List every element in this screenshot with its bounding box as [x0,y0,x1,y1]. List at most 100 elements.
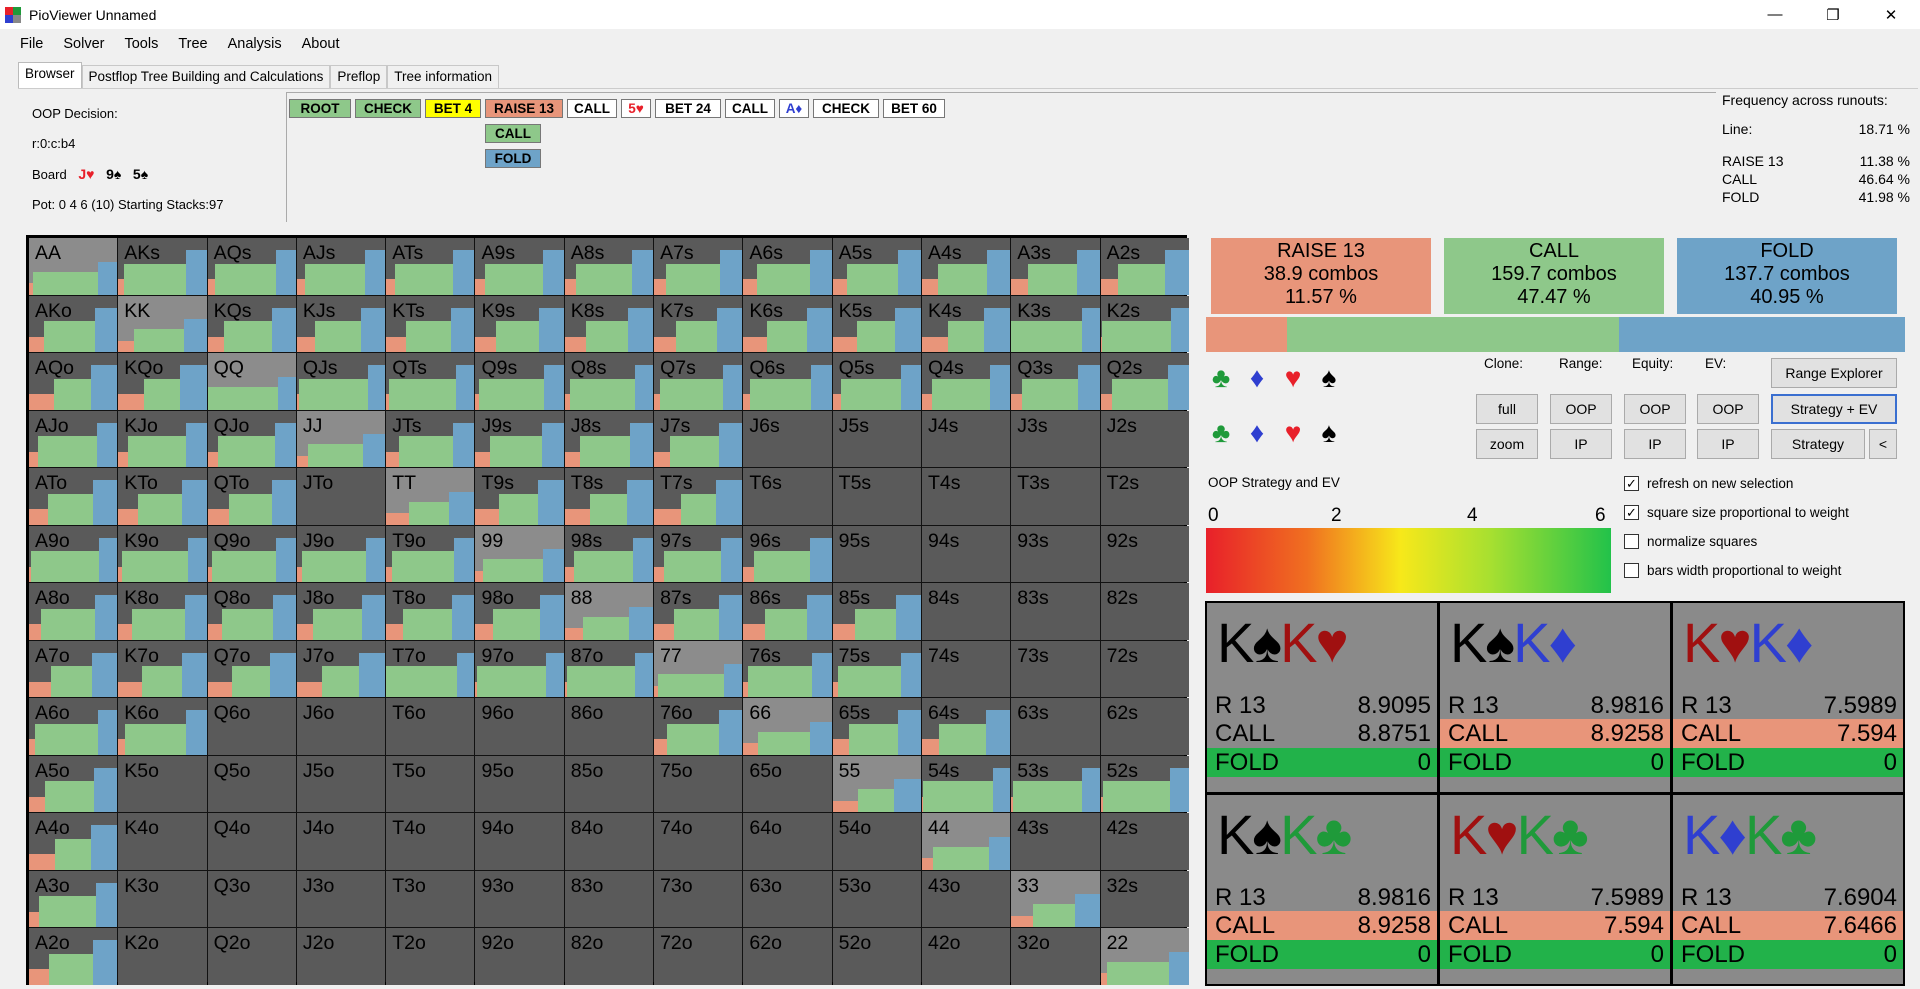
hand-cell[interactable]: Q4s [921,353,1011,410]
hand-cell[interactable]: KJo [118,410,207,467]
heart-icon[interactable]: ♥ [1278,362,1308,394]
hand-cell[interactable]: 54o [832,813,921,870]
range-explorer-button[interactable]: Range Explorer [1771,358,1897,388]
strategy-button[interactable]: Strategy [1771,429,1865,459]
hand-cell[interactable]: KK [118,295,207,352]
hand-cell[interactable]: 65s [832,698,921,755]
hand-cell[interactable]: T3o [386,870,475,927]
checkbox-box[interactable] [1624,563,1639,578]
hand-cell[interactable]: QTs [386,353,475,410]
hand-cell[interactable]: T4s [921,468,1011,525]
hand-cell[interactable]: 62s [1100,698,1189,755]
hand-cell[interactable]: Q3o [207,870,296,927]
menu-file[interactable]: File [10,36,53,52]
hand-cell[interactable]: 32o [1011,928,1100,985]
hand-cell[interactable]: Q3s [1011,353,1100,410]
clone-full-button[interactable]: full [1476,394,1538,424]
hand-cell[interactable]: K3s [1011,295,1100,352]
hand-cell[interactable]: 95s [832,525,921,582]
hand-cell[interactable]: K8s [564,295,654,352]
hand-cell[interactable]: 97s [654,525,743,582]
ev-oop-button[interactable]: OOP [1697,394,1759,424]
hand-cell[interactable]: 75s [832,640,921,697]
hand-cell[interactable]: 99 [475,525,564,582]
hand-cell[interactable]: T8o [386,583,475,640]
hand-cell[interactable]: 85s [832,583,921,640]
hand-cell[interactable]: 84o [564,813,654,870]
hand-cell[interactable]: Q8o [207,583,296,640]
hand-cell[interactable]: Q2s [1100,353,1189,410]
hand-cell[interactable]: 87o [564,640,654,697]
close-button[interactable]: ✕ [1862,0,1920,29]
hand-cell[interactable]: KQs [207,295,296,352]
hand-cell[interactable]: 77 [654,640,743,697]
heart-icon[interactable]: ♥ [1278,417,1308,449]
hand-cell[interactable]: K9o [118,525,207,582]
hand-cell[interactable]: 42s [1100,813,1189,870]
hand-cell[interactable]: Q5s [832,353,921,410]
club-icon[interactable]: ♣ [1206,417,1236,449]
hand-cell[interactable]: A6o [29,698,118,755]
menu-tree[interactable]: Tree [168,36,217,52]
hand-cell[interactable]: A4o [29,813,118,870]
hand-cell[interactable]: 86s [743,583,832,640]
hand-cell[interactable]: A8s [564,238,654,295]
hand-cell[interactable]: 52s [1100,755,1189,812]
hand-cell[interactable]: T5s [832,468,921,525]
hand-cell[interactable]: A3s [1011,238,1100,295]
hand-cell[interactable]: ATo [29,468,118,525]
hand-cell[interactable]: J3o [296,870,386,927]
club-icon[interactable]: ♣ [1206,362,1236,394]
hand-cell[interactable]: T9s [475,468,564,525]
hand-cell[interactable]: 94s [921,525,1011,582]
summary-call[interactable]: CALL 159.7 combos 47.47 % [1444,238,1664,314]
combo-card[interactable]: K♠K♣ R 13 8.9816 CALL 8.9258 FOLD 0 [1207,795,1437,984]
hand-cell[interactable]: A8o [29,583,118,640]
hand-cell[interactable]: A5s [832,238,921,295]
hand-cell[interactable]: 54s [921,755,1011,812]
tab-postflop-tree[interactable]: Postflop Tree Building and Calculations [81,65,331,88]
path-node-10[interactable]: CHECK [813,99,879,118]
hand-cell[interactable]: K2o [118,928,207,985]
hand-cell[interactable]: 88 [564,583,654,640]
hand-cell[interactable]: 55 [832,755,921,812]
hand-cell[interactable]: 98s [564,525,654,582]
hand-cell[interactable]: A6s [743,238,832,295]
hand-cell[interactable]: 44 [921,813,1011,870]
path-option-2[interactable]: FOLD [485,149,541,168]
menu-tools[interactable]: Tools [114,36,168,52]
hand-cell[interactable]: A9s [475,238,564,295]
path-node-6[interactable]: 5♥ [621,99,651,118]
checkbox-box[interactable]: ✓ [1624,476,1639,491]
hand-cell[interactable]: J7o [296,640,386,697]
hand-cell[interactable]: 73s [1011,640,1100,697]
hand-cell[interactable]: T7o [386,640,475,697]
tab-tree-information[interactable]: Tree information [387,65,499,88]
hand-cell[interactable]: 63s [1011,698,1100,755]
hand-cell[interactable]: QJo [207,410,296,467]
path-node-2[interactable]: CHECK [355,99,421,118]
hand-cell[interactable]: KJs [296,295,386,352]
hand-cell[interactable]: K6s [743,295,832,352]
hand-cell[interactable]: Q6o [207,698,296,755]
hand-cell[interactable]: 96s [743,525,832,582]
hand-cell[interactable]: J6o [296,698,386,755]
hand-cell[interactable]: J4o [296,813,386,870]
combo-card[interactable]: K♠K♥ R 13 8.9095 CALL 8.8751 FOLD 0 [1207,603,1437,792]
collapse-button[interactable]: < [1869,429,1897,459]
tab-browser[interactable]: Browser [18,62,82,88]
hand-cell[interactable]: AQo [29,353,118,410]
hand-cell[interactable]: A2o [29,928,118,985]
hand-cell[interactable]: J2s [1100,410,1189,467]
hand-cell[interactable]: 53s [1011,755,1100,812]
hand-cell[interactable]: 82o [564,928,654,985]
diamond-icon[interactable]: ♦ [1242,417,1272,449]
hand-cell[interactable]: 75o [654,755,743,812]
hand-cell[interactable]: 74o [654,813,743,870]
hand-cell[interactable]: TT [386,468,475,525]
hand-cell[interactable]: 95o [475,755,564,812]
combo-card[interactable]: K♥K♣ R 13 7.5989 CALL 7.594 FOLD 0 [1440,795,1670,984]
normalize-checkbox[interactable]: normalize squares [1624,534,1757,549]
hand-cell[interactable]: 63o [743,870,832,927]
equity-oop-button[interactable]: OOP [1624,394,1686,424]
